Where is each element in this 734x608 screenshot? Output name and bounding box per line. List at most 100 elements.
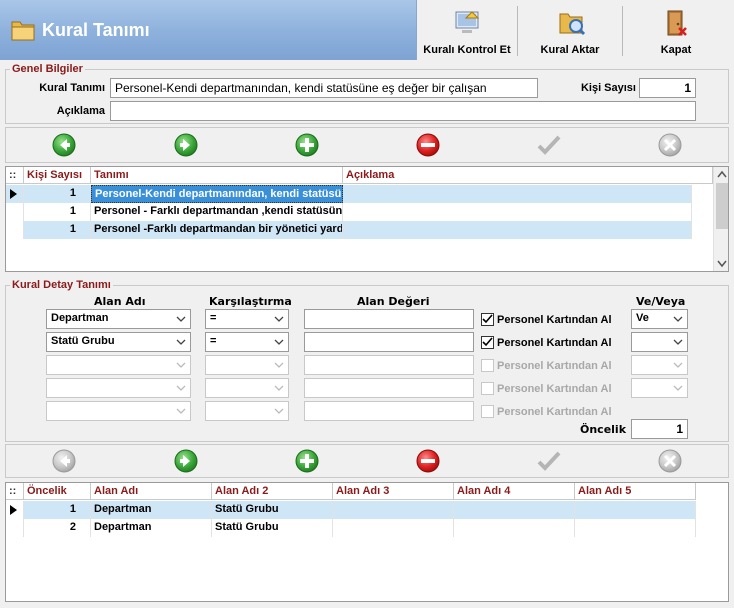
andor-select-2[interactable] xyxy=(631,332,688,352)
scroll-up-icon[interactable] xyxy=(717,170,727,178)
arrow-left-icon[interactable] xyxy=(52,449,76,473)
table-row[interactable]: 2 Departman Statü Grubu xyxy=(6,519,696,537)
scroll-thumb[interactable] xyxy=(716,183,728,229)
cell-definition: Personel -Farklı departmandan bir yöneti… xyxy=(91,221,343,239)
grid-corner: :: xyxy=(6,483,24,500)
cell-definition[interactable]: Personel-Kendi departmanından, kendi sta… xyxy=(91,185,343,203)
x-icon[interactable] xyxy=(658,449,682,473)
col-field-5[interactable]: Alan Adı 5 xyxy=(575,483,696,500)
col-definition[interactable]: Tanımı xyxy=(91,167,343,184)
chevron-down-icon xyxy=(274,408,284,414)
from-card-label: Personel Kartından Al xyxy=(497,383,612,395)
toolbar-divider xyxy=(517,6,518,56)
col-priority[interactable]: Öncelik xyxy=(24,483,91,500)
from-card-checkbox-3[interactable] xyxy=(481,359,494,372)
person-count-label: Kişi Sayısı xyxy=(580,82,636,94)
person-count-field[interactable]: 1 xyxy=(639,78,696,98)
plus-icon[interactable] xyxy=(295,133,319,157)
compare-select-value: = xyxy=(210,312,217,324)
cell-field-4 xyxy=(454,501,575,519)
field-select-value: Departman xyxy=(51,312,109,324)
cell-field-1: Departman xyxy=(91,519,212,537)
cell-description xyxy=(343,203,692,221)
chevron-down-icon xyxy=(176,408,186,414)
field-select-value: Statü Grubu xyxy=(51,335,115,347)
check-icon[interactable] xyxy=(537,133,561,157)
cell-field-2: Statü Grubu xyxy=(212,501,333,519)
table-row[interactable]: 1 Personel - Farklı departmandan ,kendi … xyxy=(6,203,692,221)
check-mark-icon xyxy=(482,314,493,324)
compare-select-1[interactable]: = xyxy=(205,309,289,329)
chevron-down-icon xyxy=(673,385,683,391)
field-select-5[interactable] xyxy=(46,401,191,421)
export-rule-label: Kural Aktar xyxy=(540,44,600,56)
from-card-checkbox-1[interactable] xyxy=(481,313,494,326)
col-andor-header: Ve/Veya xyxy=(636,295,686,308)
chevron-down-icon xyxy=(673,316,683,322)
rule-definition-field[interactable]: Personel-Kendi departmanından, kendi sta… xyxy=(110,78,538,98)
compare-select-4[interactable] xyxy=(205,378,289,398)
export-rule-button[interactable]: Kural Aktar xyxy=(520,4,620,58)
compare-select-3[interactable] xyxy=(205,355,289,375)
field-select-2[interactable]: Statü Grubu xyxy=(46,332,191,352)
check-icon[interactable] xyxy=(537,449,561,473)
from-card-checkbox-5[interactable] xyxy=(481,405,494,418)
scroll-down-icon[interactable] xyxy=(717,260,727,268)
value-field-3[interactable] xyxy=(304,355,474,375)
check-rule-button[interactable]: Kuralı Kontrol Et xyxy=(418,4,516,58)
cell-field-1: Departman xyxy=(91,501,212,519)
from-card-checkbox-4[interactable] xyxy=(481,382,494,395)
cell-count: 1 xyxy=(24,185,91,203)
priority-field[interactable]: 1 xyxy=(631,419,688,439)
row-indicator xyxy=(6,221,24,239)
close-button[interactable]: Kapat xyxy=(626,4,726,58)
check-rule-icon xyxy=(455,11,480,33)
col-person-count[interactable]: Kişi Sayısı xyxy=(24,167,91,184)
value-field-2[interactable] xyxy=(304,332,474,352)
value-field-4[interactable] xyxy=(304,378,474,398)
chevron-down-icon xyxy=(274,316,284,322)
row-pointer-icon xyxy=(6,501,24,519)
from-card-label: Personel Kartından Al xyxy=(497,360,612,372)
cell-definition: Personel - Farklı departmandan ,kendi st… xyxy=(91,203,343,221)
compare-select-2[interactable]: = xyxy=(205,332,289,352)
col-field-1[interactable]: Alan Adı xyxy=(91,483,212,500)
andor-select-1[interactable]: Ve xyxy=(631,309,688,329)
table-row[interactable]: 1 Departman Statü Grubu xyxy=(6,501,696,519)
row-indicator xyxy=(6,519,24,537)
chevron-down-icon xyxy=(274,385,284,391)
field-select-3[interactable] xyxy=(46,355,191,375)
col-description[interactable]: Açıklama xyxy=(343,167,713,184)
compare-select-5[interactable] xyxy=(205,401,289,421)
col-field-2[interactable]: Alan Adı 2 xyxy=(212,483,333,500)
field-select-1[interactable]: Departman xyxy=(46,309,191,329)
value-field-1[interactable] xyxy=(304,309,474,329)
description-field[interactable] xyxy=(110,101,696,121)
exit-door-icon xyxy=(667,10,687,36)
col-field-header: Alan Adı xyxy=(94,295,146,308)
chevron-down-icon xyxy=(176,385,186,391)
check-mark-icon xyxy=(482,337,493,347)
row-pointer-icon xyxy=(6,185,24,203)
export-rule-icon xyxy=(559,13,586,36)
value-field-5[interactable] xyxy=(304,401,474,421)
minus-icon[interactable] xyxy=(416,133,440,157)
arrow-right-icon[interactable] xyxy=(174,449,198,473)
chevron-down-icon xyxy=(176,362,186,368)
arrow-right-icon[interactable] xyxy=(174,133,198,157)
andor-select-3[interactable] xyxy=(631,355,688,375)
from-card-checkbox-2[interactable] xyxy=(481,336,494,349)
plus-icon[interactable] xyxy=(295,449,319,473)
andor-select-4[interactable] xyxy=(631,378,688,398)
field-select-4[interactable] xyxy=(46,378,191,398)
minus-icon[interactable] xyxy=(416,449,440,473)
cell-field-2: Statü Grubu xyxy=(212,519,333,537)
vertical-scrollbar[interactable] xyxy=(713,167,728,271)
table-row[interactable]: 1 Personel -Farklı departmandan bir yöne… xyxy=(6,221,692,239)
col-field-4[interactable]: Alan Adı 4 xyxy=(454,483,575,500)
x-icon[interactable] xyxy=(658,133,682,157)
col-field-3[interactable]: Alan Adı 3 xyxy=(333,483,454,500)
table-row[interactable]: 1 Personel-Kendi departmanından, kendi s… xyxy=(6,185,692,203)
cell-field-5 xyxy=(575,501,696,519)
arrow-left-icon[interactable] xyxy=(52,133,76,157)
